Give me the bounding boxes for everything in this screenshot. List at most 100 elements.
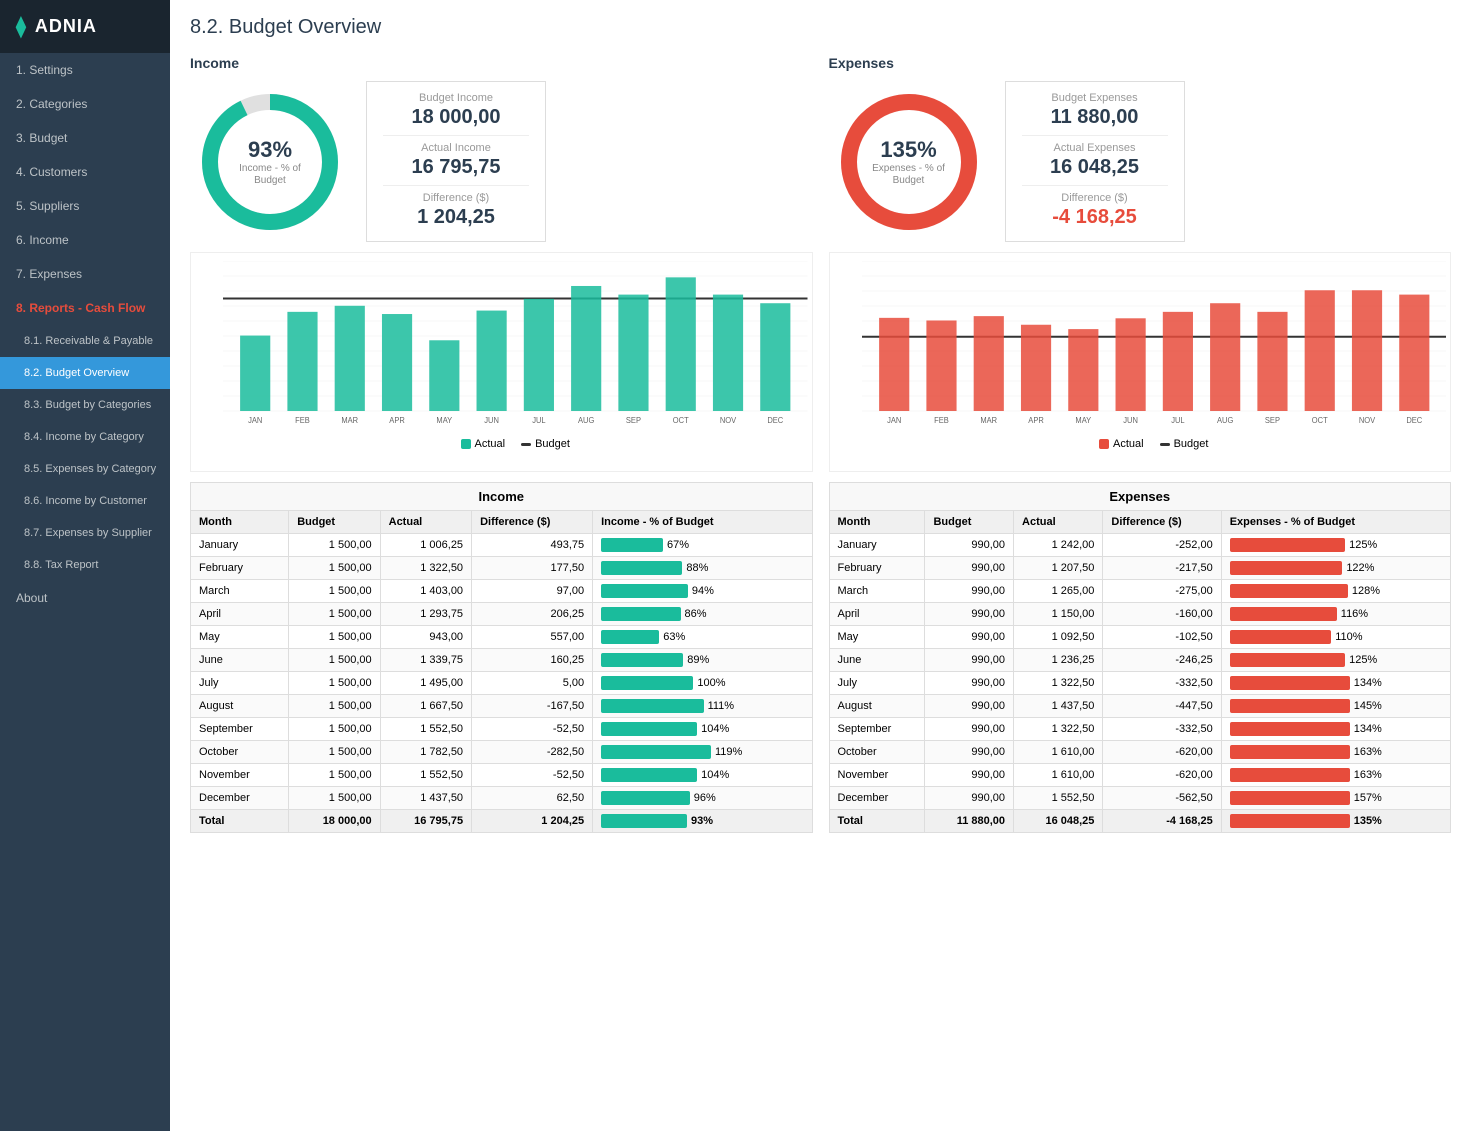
cell-budget: 990,00 <box>925 764 1014 787</box>
cell-month: May <box>191 626 289 649</box>
cell-budget: 990,00 <box>925 626 1014 649</box>
cell-diff: -282,50 <box>472 741 593 764</box>
cell-diff: 160,25 <box>472 649 593 672</box>
cell-diff: 5,00 <box>472 672 593 695</box>
cell-diff: 557,00 <box>472 626 593 649</box>
cell-budget: 990,00 <box>925 557 1014 580</box>
actual-expenses-label: Actual Expenses <box>1022 142 1168 154</box>
svg-text:NOV: NOV <box>720 416 737 425</box>
income-table: Income Month Budget Actual Difference ($… <box>190 482 813 833</box>
table-row: May 990,00 1 092,50 -102,50 110% <box>829 626 1451 649</box>
sidebar-item-expenses-supplier[interactable]: 8.7. Expenses by Supplier <box>0 517 170 549</box>
cell-total-diff: -4 168,25 <box>1103 810 1221 833</box>
income-legend-budget: Budget <box>521 438 570 450</box>
cell-month: January <box>829 534 925 557</box>
diff-income-label: Difference ($) <box>383 192 529 204</box>
budget-line <box>521 443 531 446</box>
table-row: May 1 500,00 943,00 557,00 63% <box>191 626 813 649</box>
cell-total-actual: 16 795,75 <box>380 810 471 833</box>
sidebar-item-settings[interactable]: 1. Settings <box>0 53 170 87</box>
sidebar-item-income-customer[interactable]: 8.6. Income by Customer <box>0 485 170 517</box>
cell-budget: 1 500,00 <box>289 557 380 580</box>
cell-diff: -252,00 <box>1103 534 1221 557</box>
cell-budget: 1 500,00 <box>289 534 380 557</box>
cell-month: July <box>829 672 925 695</box>
sidebar-item-budget-categories[interactable]: 8.3. Budget by Categories <box>0 389 170 421</box>
cell-pct: 100% <box>593 672 812 695</box>
cell-budget: 990,00 <box>925 649 1014 672</box>
actual-income-value: 16 795,75 <box>383 156 529 179</box>
sidebar-item-receivable-payable[interactable]: 8.1. Receivable & Payable <box>0 325 170 357</box>
table-total-row: Total 18 000,00 16 795,75 1 204,25 93% <box>191 810 813 833</box>
sidebar-item-reports-cashflow[interactable]: 8. Reports - Cash Flow <box>0 291 170 325</box>
expenses-chart-legend: Actual Budget <box>862 438 1447 450</box>
cell-total-pct: 135% <box>1221 810 1450 833</box>
th-actual-income: Actual <box>380 511 471 534</box>
cell-month: November <box>829 764 925 787</box>
expenses-summary: 135% Expenses - % of Budget Budget Expen… <box>829 81 1452 242</box>
svg-text:JAN: JAN <box>887 416 901 425</box>
table-row: September 990,00 1 322,50 -332,50 134% <box>829 718 1451 741</box>
sidebar-item-income[interactable]: 6. Income <box>0 223 170 257</box>
th-budget-income: Budget <box>289 511 380 534</box>
cell-actual: 1 322,50 <box>1014 718 1103 741</box>
sidebar-item-budget-overview[interactable]: 8.2. Budget Overview <box>0 357 170 389</box>
cell-month: June <box>829 649 925 672</box>
svg-text:NOV: NOV <box>1358 416 1375 425</box>
cell-actual: 1 552,50 <box>1014 787 1103 810</box>
cell-pct: 111% <box>593 695 812 718</box>
cell-total-pct: 93% <box>593 810 812 833</box>
cell-budget: 990,00 <box>925 534 1014 557</box>
actual-expenses-value: 16 048,25 <box>1022 156 1168 179</box>
cell-month: August <box>829 695 925 718</box>
sidebar-item-income-category[interactable]: 8.4. Income by Category <box>0 421 170 453</box>
table-row: March 990,00 1 265,00 -275,00 128% <box>829 580 1451 603</box>
cell-total-actual: 16 048,25 <box>1014 810 1103 833</box>
table-row: December 990,00 1 552,50 -562,50 157% <box>829 787 1451 810</box>
income-pct: 93% <box>230 137 310 163</box>
cell-diff: -102,50 <box>1103 626 1221 649</box>
cell-pct: 94% <box>593 580 812 603</box>
income-donut: 93% Income - % of Budget <box>190 82 350 242</box>
th-month-income: Month <box>191 511 289 534</box>
svg-text:MAY: MAY <box>1075 416 1092 425</box>
cell-actual: 1 265,00 <box>1014 580 1103 603</box>
sidebar-item-tax-report[interactable]: 8.8. Tax Report <box>0 549 170 581</box>
cell-budget: 1 500,00 <box>289 649 380 672</box>
table-row: August 1 500,00 1 667,50 -167,50 111% <box>191 695 813 718</box>
cell-diff: -332,50 <box>1103 718 1221 741</box>
table-row: January 990,00 1 242,00 -252,00 125% <box>829 534 1451 557</box>
sidebar-item-customers[interactable]: 4. Customers <box>0 155 170 189</box>
cell-actual: 1 236,25 <box>1014 649 1103 672</box>
budget-expenses-value: 11 880,00 <box>1022 106 1168 129</box>
cell-budget: 1 500,00 <box>289 787 380 810</box>
cell-pct: 163% <box>1221 741 1450 764</box>
cell-budget: 1 500,00 <box>289 741 380 764</box>
cell-budget: 1 500,00 <box>289 626 380 649</box>
logo-icon: ⧫ <box>16 14 27 39</box>
th-actual-exp: Actual <box>1014 511 1103 534</box>
sidebar-item-categories[interactable]: 2. Categories <box>0 87 170 121</box>
cell-month: November <box>191 764 289 787</box>
cell-pct: 96% <box>593 787 812 810</box>
cell-pct: 134% <box>1221 672 1450 695</box>
cell-actual: 1 403,00 <box>380 580 471 603</box>
svg-text:JUN: JUN <box>484 416 499 425</box>
cell-total-diff: 1 204,25 <box>472 810 593 833</box>
cell-month: June <box>191 649 289 672</box>
table-row: October 1 500,00 1 782,50 -282,50 119% <box>191 741 813 764</box>
sidebar-item-expenses-category[interactable]: 8.5. Expenses by Category <box>0 453 170 485</box>
budget-income-label: Budget Income <box>383 92 529 104</box>
sidebar-item-expenses[interactable]: 7. Expenses <box>0 257 170 291</box>
sidebar-item-suppliers[interactable]: 5. Suppliers <box>0 189 170 223</box>
sidebar-item-about[interactable]: About <box>0 581 170 615</box>
cell-actual: 1 610,00 <box>1014 741 1103 764</box>
sidebar-item-budget[interactable]: 3. Budget <box>0 121 170 155</box>
cell-pct: 88% <box>593 557 812 580</box>
cell-total-month: Total <box>829 810 925 833</box>
cell-pct: 125% <box>1221 649 1450 672</box>
cell-diff: -620,00 <box>1103 764 1221 787</box>
diff-expenses-value: -4 168,25 <box>1022 206 1168 229</box>
cell-month: September <box>829 718 925 741</box>
cell-month: July <box>191 672 289 695</box>
